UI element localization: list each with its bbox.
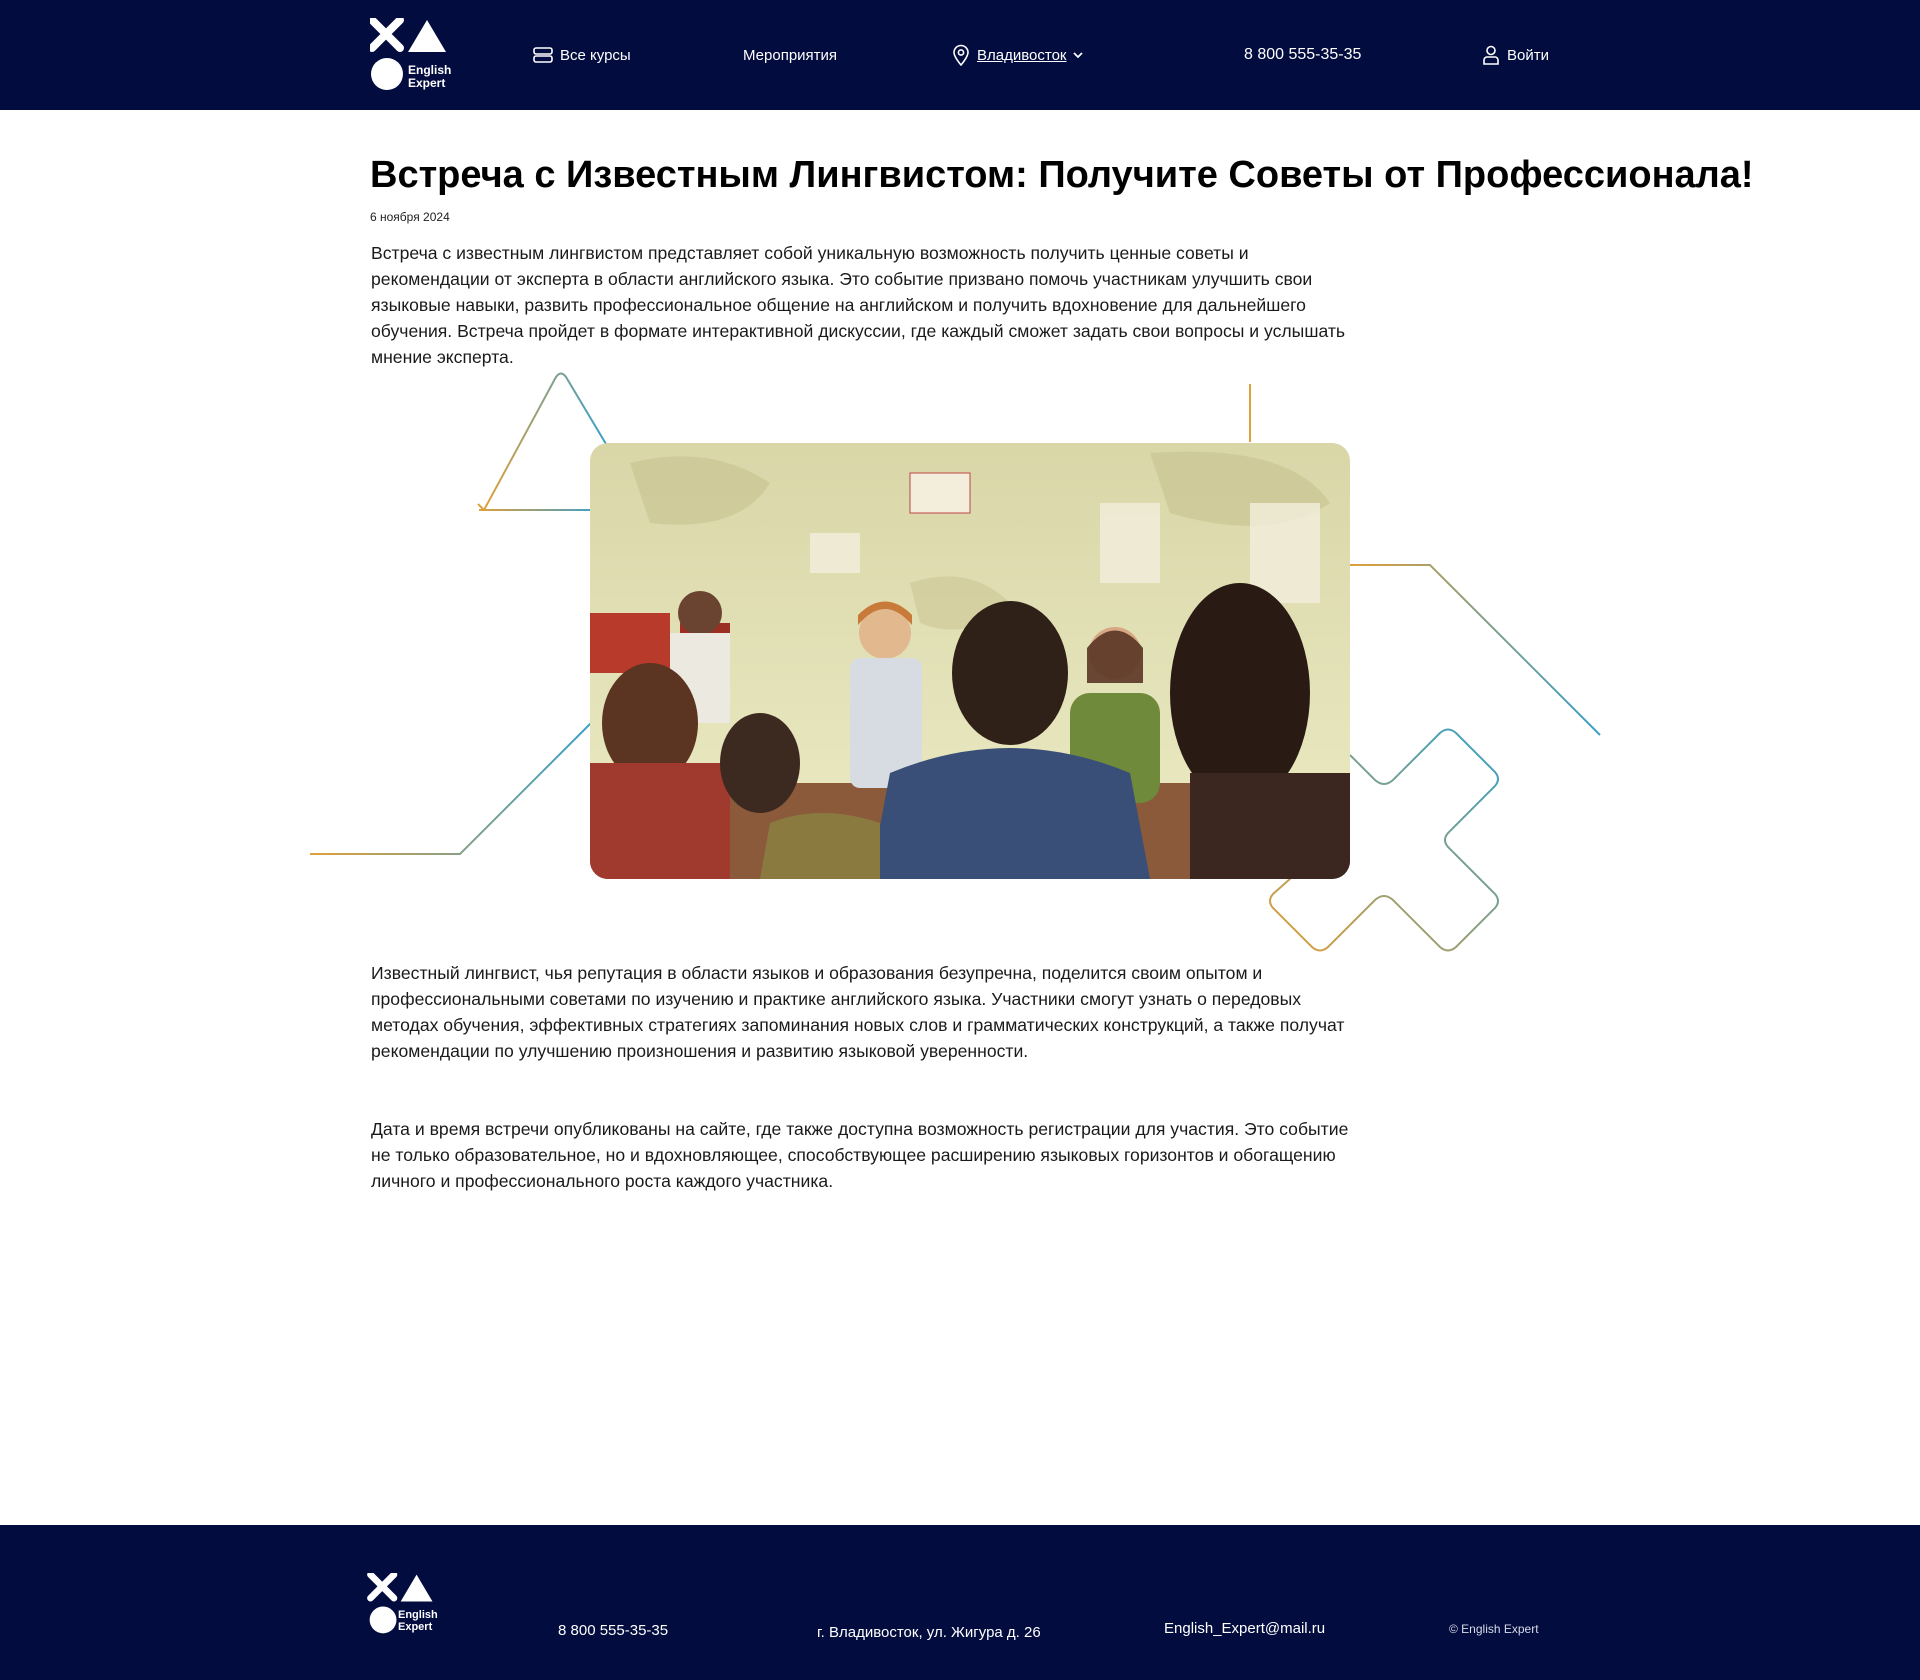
city-selector[interactable]: Владивосток: [952, 0, 1084, 110]
city-label: Владивосток: [977, 46, 1067, 64]
event-photo: [590, 443, 1350, 879]
nav-all-courses-label: Все курсы: [560, 46, 631, 64]
footer-address: г. Владивосток, ул. Жигура д. 26: [817, 1624, 1041, 1641]
article-paragraph: Дата и время встречи опубликованы на сай…: [371, 1119, 1349, 1191]
login-label: Войти: [1507, 46, 1549, 64]
nav-events[interactable]: Мероприятия: [743, 0, 837, 110]
article-title: Встреча с Известным Лингвистом: Получите…: [370, 154, 1754, 196]
nav-all-courses[interactable]: Все курсы: [533, 0, 631, 110]
article-paragraph: Встреча с известным лингвистом представл…: [371, 243, 1346, 367]
nav-events-label: Мероприятия: [743, 46, 838, 64]
logo-text: English Expert: [398, 1609, 438, 1634]
logo-text: English Expert: [408, 63, 452, 91]
footer-phone-link[interactable]: 8 800 555-35-35: [558, 1622, 668, 1639]
footer-email-link[interactable]: English_Expert@mail.ru: [1164, 1620, 1325, 1637]
map-pin-icon: [952, 44, 970, 66]
login-button[interactable]: Войти: [1482, 0, 1549, 110]
site-header: English Expert Все курсы Мероприятия Влад…: [0, 0, 1920, 110]
user-icon: [1482, 45, 1500, 65]
layers-icon: [533, 47, 553, 63]
footer-logo[interactable]: English Expert: [366, 1573, 442, 1635]
site-footer: English Expert 8 800 555-35-35 г. Владиво…: [0, 1525, 1920, 1680]
header-phone-link[interactable]: 8 800 555-35-35: [1244, 0, 1361, 110]
footer-copyright: © English Expert: [1449, 1622, 1539, 1636]
article-paragraph: Известный лингвист, чья репутация в обла…: [371, 963, 1345, 1061]
site-logo[interactable]: English Expert: [370, 18, 454, 92]
chevron-down-icon: [1072, 51, 1084, 59]
event-photo-illustration: [590, 443, 1350, 879]
article-date: 6 ноября 2024: [370, 210, 450, 224]
